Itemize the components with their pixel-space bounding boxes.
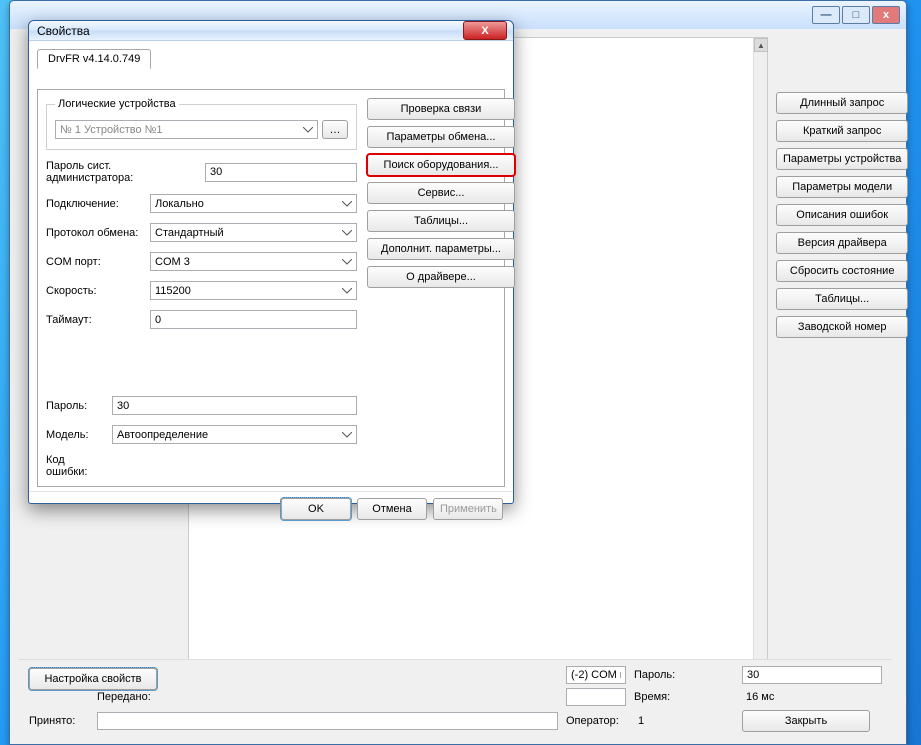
maximize-button[interactable]: □ bbox=[842, 6, 870, 24]
dialog-footer: OK Отмена Применить bbox=[29, 491, 513, 526]
protocol-select[interactable]: Стандартный bbox=[150, 223, 357, 242]
apply-button[interactable]: Применить bbox=[433, 498, 503, 520]
dialog-titlebar[interactable]: Свойства X bbox=[29, 21, 513, 41]
extra-params-button[interactable]: Дополнит. параметры... bbox=[367, 238, 515, 260]
dialog-close-button[interactable]: X bbox=[463, 21, 507, 40]
dialog-title: Свойства bbox=[35, 24, 463, 38]
about-driver-button[interactable]: О драйвере... bbox=[367, 266, 515, 288]
tab-strip: DrvFR v4.14.0.749 bbox=[37, 47, 505, 69]
connection-label: Подключение: bbox=[46, 198, 146, 210]
device-params-button[interactable]: Параметры устройства bbox=[776, 148, 908, 170]
status-panel: Результат: Пароль: Настройка свойств Пер… bbox=[19, 659, 892, 744]
password-field[interactable] bbox=[742, 666, 882, 684]
reset-state-button[interactable]: Сбросить состояние bbox=[776, 260, 908, 282]
sent-label: Передано: bbox=[97, 691, 558, 703]
left-column: Логические устройства № 1 Устройство №1 … bbox=[46, 98, 357, 478]
long-request-button[interactable]: Длинный запрос bbox=[776, 92, 908, 114]
com-port-select[interactable]: COM 3 bbox=[150, 252, 357, 271]
sysadmin-password-label: Пароль сист. администратора: bbox=[46, 160, 201, 184]
model-label: Модель: bbox=[46, 429, 108, 441]
result-field[interactable] bbox=[566, 666, 626, 684]
close-icon: X bbox=[481, 25, 488, 37]
speed-label: Скорость: bbox=[46, 285, 146, 297]
device-select[interactable]: № 1 Устройство №1 bbox=[55, 120, 318, 139]
tab-driver[interactable]: DrvFR v4.14.0.749 bbox=[37, 49, 151, 69]
result-label: Результат: bbox=[97, 669, 558, 681]
logical-devices-group: Логические устройства № 1 Устройство №1 … bbox=[46, 98, 357, 150]
driver-version-button[interactable]: Версия драйвера bbox=[776, 232, 908, 254]
timeout-field[interactable] bbox=[150, 310, 357, 329]
received-label: Принято: bbox=[29, 715, 89, 727]
check-connection-button[interactable]: Проверка связи bbox=[367, 98, 515, 120]
right-column: Проверка связи Параметры обмена... Поиск… bbox=[367, 98, 517, 478]
scroll-up-arrow-icon[interactable]: ▲ bbox=[754, 38, 768, 52]
close-button[interactable]: x bbox=[872, 6, 900, 24]
settings-button[interactable]: Настройка свойств bbox=[29, 668, 157, 690]
dialog-body: DrvFR v4.14.0.749 Логические устройства … bbox=[29, 41, 513, 491]
password-label: Пароль: bbox=[634, 669, 734, 681]
tables-button[interactable]: Таблицы... bbox=[776, 288, 908, 310]
sent-field[interactable] bbox=[566, 688, 626, 706]
properties-dialog: Свойства X DrvFR v4.14.0.749 Логические … bbox=[28, 20, 514, 504]
received-field[interactable] bbox=[97, 712, 558, 730]
error-code-label: Код ошибки: bbox=[46, 454, 108, 478]
service-button[interactable]: Сервис... bbox=[367, 182, 515, 204]
connection-select[interactable]: Локально bbox=[150, 194, 357, 213]
operator-label: Оператор: bbox=[566, 715, 626, 727]
protocol-label: Протокол обмена: bbox=[46, 227, 146, 239]
exchange-params-button[interactable]: Параметры обмена... bbox=[367, 126, 515, 148]
error-descriptions-button[interactable]: Описания ошибок bbox=[776, 204, 908, 226]
group-legend: Логические устройства bbox=[55, 98, 179, 110]
dialog-password-field[interactable] bbox=[112, 396, 357, 415]
tab-page: Логические устройства № 1 Устройство №1 … bbox=[37, 89, 505, 487]
ok-button[interactable]: OK bbox=[281, 498, 351, 520]
minimize-button[interactable]: — bbox=[812, 6, 840, 24]
vertical-scrollbar[interactable]: ▲ ▼ bbox=[753, 38, 767, 735]
device-browse-button[interactable]: … bbox=[322, 120, 348, 139]
timeout-label: Таймаут: bbox=[46, 314, 146, 326]
factory-number-button[interactable]: Заводской номер bbox=[776, 316, 908, 338]
sysadmin-password-field[interactable] bbox=[205, 163, 357, 182]
short-request-button[interactable]: Краткий запрос bbox=[776, 120, 908, 142]
search-hardware-button[interactable]: Поиск оборудования... bbox=[367, 154, 515, 176]
time-label: Время: bbox=[634, 691, 734, 703]
time-value: 16 мс bbox=[742, 691, 882, 703]
close-app-button[interactable]: Закрыть bbox=[742, 710, 870, 732]
password-label: Пароль: bbox=[46, 400, 108, 412]
dialog-tables-button[interactable]: Таблицы... bbox=[367, 210, 515, 232]
com-port-label: COM порт: bbox=[46, 256, 146, 268]
speed-select[interactable]: 115200 bbox=[150, 281, 357, 300]
model-select[interactable]: Автоопределение bbox=[112, 425, 357, 444]
model-params-button[interactable]: Параметры модели bbox=[776, 176, 908, 198]
side-button-panel: Длинный запрос Краткий запрос Параметры … bbox=[776, 37, 908, 736]
cancel-button[interactable]: Отмена bbox=[357, 498, 427, 520]
operator-value: 1 bbox=[634, 715, 734, 727]
